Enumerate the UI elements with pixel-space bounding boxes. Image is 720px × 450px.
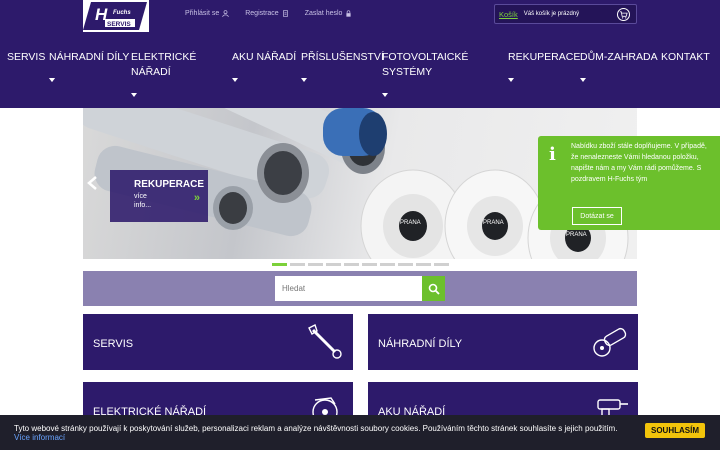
- info-icon: i: [549, 144, 556, 165]
- slider-dot[interactable]: [344, 263, 359, 266]
- cookie-text: Tyto webové stránky používají k poskytov…: [14, 424, 634, 442]
- svg-text:SERVIS: SERVIS: [107, 21, 131, 28]
- search-input[interactable]: [275, 276, 422, 301]
- cart-status: Váš košík je prázdný: [523, 11, 580, 17]
- cart-link[interactable]: Košík: [499, 10, 518, 19]
- slider-dot[interactable]: [272, 263, 287, 266]
- chevron-down-icon: [508, 78, 514, 82]
- logo[interactable]: H Fuchs SERVIS: [83, 0, 149, 32]
- notice-text: Nabídku zboží stále doplňujeme. V případ…: [571, 143, 707, 183]
- nav-item-label: AKU NÁŘADÍ: [232, 51, 297, 63]
- slider-dot[interactable]: [416, 263, 431, 266]
- nav-item-label-2: SYSTÉMY: [382, 66, 433, 78]
- slide-caption-title: REKUPERACE: [134, 179, 205, 190]
- slider-dot[interactable]: [290, 263, 305, 266]
- slider-dot[interactable]: [434, 263, 449, 266]
- login-link[interactable]: Přihlásit se: [185, 10, 229, 17]
- chevron-down-icon: [49, 78, 55, 82]
- user-icon: [222, 10, 229, 17]
- nav-item-label: FOTOVOLTAICKÉ: [382, 51, 469, 63]
- cart-box: Košík Váš košík je prázdný: [494, 4, 637, 24]
- document-icon: [282, 10, 288, 17]
- cookie-message: Tyto webové stránky používají k poskytov…: [14, 424, 618, 433]
- shopping-cart-icon: [619, 11, 628, 19]
- unit-label: PRANA: [566, 232, 587, 238]
- nav-item-aku-naradi[interactable]: AKU NÁŘADÍ: [232, 50, 297, 82]
- cookie-accept-button[interactable]: SOUHLASÍM: [645, 423, 705, 438]
- nav-item-servis[interactable]: SERVIS: [7, 50, 55, 82]
- cookie-bar: Tyto webové stránky používají k poskytov…: [0, 415, 720, 450]
- nav-item-label: KONTAKT: [661, 51, 710, 63]
- nav-item-label: NÁHRADNÍ DÍLY: [49, 51, 130, 63]
- chevron-down-icon: [580, 78, 586, 82]
- nav-item-label-2: NÁŘADÍ: [131, 66, 171, 78]
- nav-item-dum-zahrada[interactable]: DŮM-ZAHRADA: [580, 50, 658, 82]
- category-tile-label: SERVIS: [93, 338, 134, 350]
- chevron-down-icon: [232, 78, 238, 82]
- nav-item-fotovoltaicke-systemy[interactable]: FOTOVOLTAICKÉ SYSTÉMY: [382, 50, 469, 97]
- slider-dot[interactable]: [380, 263, 395, 266]
- double-chevron-right-icon: »: [193, 192, 200, 204]
- slider-dot[interactable]: [308, 263, 323, 266]
- slide-caption-more[interactable]: více info...: [134, 192, 164, 210]
- nav-item-elektricke-naradi[interactable]: ELEKTRICKÉ NÁŘADÍ: [131, 50, 197, 97]
- lock-icon: [346, 10, 352, 17]
- cookie-more-info-link[interactable]: Více informací: [14, 433, 65, 442]
- info-notice: i Nabídku zboží stále doplňujeme. V příp…: [538, 136, 720, 230]
- slide-caption[interactable]: REKUPERACE více info... »: [110, 170, 208, 222]
- search-button[interactable]: [422, 276, 445, 301]
- slider-dot[interactable]: [398, 263, 413, 266]
- category-tile-servis[interactable]: SERVIS: [83, 314, 353, 370]
- slider-prev-arrow-icon[interactable]: [86, 175, 100, 191]
- nav-item-kontakt[interactable]: KONTAKT: [661, 50, 710, 65]
- register-link[interactable]: Registrace: [245, 10, 288, 17]
- svg-text:Fuchs: Fuchs: [113, 10, 131, 16]
- cart-icon-button[interactable]: [617, 8, 630, 21]
- category-tile-nahradni-dily[interactable]: NÁHRADNÍ DÍLY: [368, 314, 638, 370]
- chevron-down-icon: [301, 78, 307, 82]
- logo-mark-icon: H Fuchs SERVIS: [83, 2, 147, 30]
- register-label: Registrace: [245, 10, 279, 17]
- nav-item-label: REKUPERACE: [508, 51, 581, 63]
- wrench-icon: [308, 324, 342, 359]
- login-label: Přihlásit se: [185, 10, 220, 17]
- slider-dot[interactable]: [362, 263, 377, 266]
- send-password-label: Zaslat heslo: [304, 10, 343, 17]
- search-icon: [428, 283, 440, 295]
- category-tile-label: NÁHRADNÍ DÍLY: [378, 338, 463, 350]
- nav-item-label: DŮM-ZAHRADA: [580, 51, 658, 63]
- slider-dot[interactable]: [326, 263, 341, 266]
- nav-item-rekuperace[interactable]: REKUPERACE: [508, 50, 581, 82]
- unit-label: PRANA: [483, 220, 504, 226]
- send-password-link[interactable]: Zaslat heslo: [305, 10, 353, 17]
- nav-item-label: ELEKTRICKÉ: [131, 51, 197, 63]
- angle-grinder-icon: [593, 327, 627, 357]
- nav-item-nahradni-dily[interactable]: NÁHRADNÍ DÍLY: [49, 50, 130, 82]
- slider-dots: [272, 263, 449, 266]
- top-links: Přihlásit se Registrace Zaslat heslo: [185, 10, 352, 17]
- nav-item-label: PŘÍSLUŠENSTVÍ: [301, 51, 384, 63]
- ask-button[interactable]: Dotázat se: [572, 207, 622, 225]
- nav-item-prislusenstvi[interactable]: PŘÍSLUŠENSTVÍ: [301, 50, 384, 82]
- nav-item-label: SERVIS: [7, 51, 46, 63]
- site-header: H Fuchs SERVIS Přihlásit se Registrace Z…: [0, 0, 720, 108]
- chevron-down-icon: [382, 93, 388, 97]
- unit-label: PRANA: [400, 220, 421, 226]
- chevron-down-icon: [131, 93, 137, 97]
